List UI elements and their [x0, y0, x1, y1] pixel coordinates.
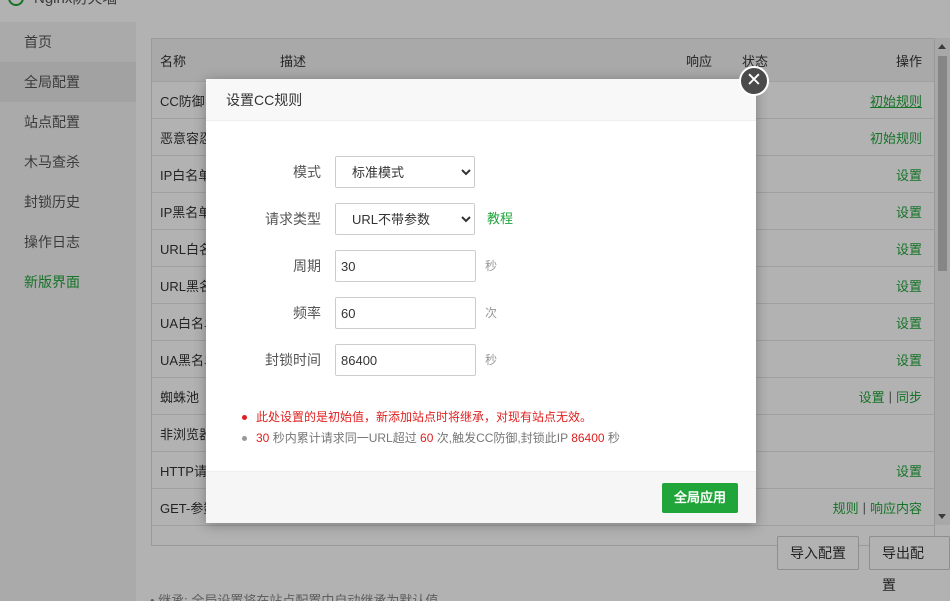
tutorial-link[interactable]: 教程: [487, 203, 513, 235]
summary-text-3: 秒: [604, 431, 620, 445]
tip-summary: 30 秒内累计请求同一URL超过 60 次,触发CC防御,封锁此IP 86400…: [240, 428, 620, 449]
cycle-unit: 秒: [485, 259, 498, 273]
frequency-row: 频率 次: [206, 297, 756, 329]
cc-rule-dialog: 设置CC规则 ✕ 模式 标准模式 请求类型 URL不带参数 教程 周期 秒 频率…: [206, 66, 769, 523]
request-type-select[interactable]: URL不带参数: [335, 203, 475, 235]
block-time-unit: 秒: [485, 353, 498, 367]
dialog-footer: 全局应用: [206, 471, 756, 523]
summary-text-2: 次,触发CC防御,封锁此IP: [433, 431, 572, 445]
tip-warning: 此处设置的是初始值，新添加站点时将继承，对现有站点无效。: [240, 407, 620, 428]
request-type-row: 请求类型 URL不带参数 教程: [206, 203, 756, 235]
mode-select[interactable]: 标准模式: [335, 156, 475, 188]
cycle-row: 周期 秒: [206, 250, 756, 282]
mode-row: 模式 标准模式: [206, 156, 756, 188]
frequency-unit: 次: [485, 306, 498, 320]
summary-text-1: 秒内累计请求同一URL超过: [269, 431, 421, 445]
block-time-label: 封锁时间: [265, 352, 321, 368]
close-icon[interactable]: ✕: [739, 66, 769, 96]
summary-block-time: 86400: [571, 431, 605, 445]
block-time-row: 封锁时间 秒: [206, 344, 756, 376]
frequency-label: 频率: [293, 305, 321, 321]
frequency-input[interactable]: [335, 297, 476, 329]
mode-label: 模式: [293, 164, 321, 180]
apply-global-button[interactable]: 全局应用: [661, 483, 738, 513]
summary-cycle: 30: [256, 431, 270, 445]
tips-list: 此处设置的是初始值，新添加站点时将继承，对现有站点无效。 30 秒内累计请求同一…: [240, 407, 620, 449]
cycle-input[interactable]: [335, 250, 476, 282]
request-type-label: 请求类型: [265, 211, 321, 227]
cycle-label: 周期: [293, 258, 321, 274]
dialog-title: 设置CC规则: [206, 79, 756, 121]
summary-frequency: 60: [420, 431, 434, 445]
block-time-input[interactable]: [335, 344, 476, 376]
